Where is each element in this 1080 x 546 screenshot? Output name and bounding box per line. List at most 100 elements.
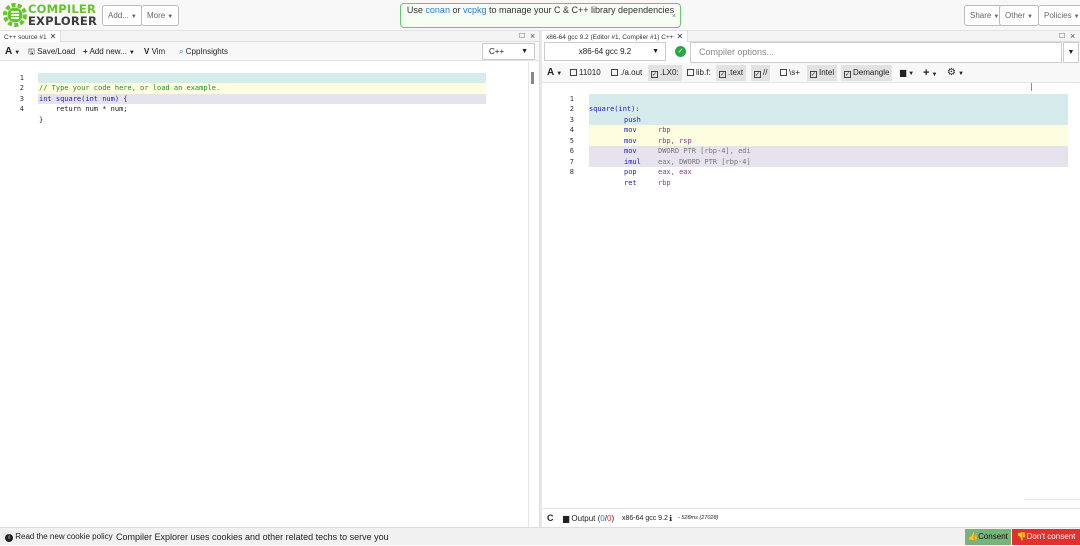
- asm-line: 4 mov DWORD PTR [rbp-4], edi: [542, 115, 1080, 155]
- compiler-explorer-logo[interactable]: COMPILER EXPLORER: [3, 2, 97, 28]
- output-label: Output (: [571, 514, 601, 523]
- close-pane-icon[interactable]: ×: [1070, 31, 1075, 42]
- conan-link[interactable]: conan: [425, 5, 450, 15]
- output-filter-bar: A ▼ 11010 ./a.out ✓ .LX0: lib.f: ✓ .text ✓ /…: [542, 63, 1080, 83]
- caret-down-icon: ▼: [652, 48, 659, 55]
- compiler-output-bar: C ▆ Output (0/0) x86-64 gcc 9.2 ℹ - 528m…: [542, 508, 1080, 527]
- output-button[interactable]: ▆ Output (0/0): [563, 509, 614, 528]
- more-menu-button[interactable]: More ▼: [141, 5, 180, 26]
- filter-libfunc[interactable]: lib.f:: [684, 65, 714, 81]
- assembly-output[interactable]: 1 square(int): 2 push rbp 3 mov rbp, rsp…: [542, 83, 1080, 508]
- filter-comments[interactable]: ✓//: [751, 65, 771, 81]
- filter-intel[interactable]: ✓ Intel: [807, 65, 838, 81]
- save-icon: 🖫: [28, 47, 35, 56]
- cppinsights-label: CppInsights: [185, 47, 228, 56]
- compiler-select[interactable]: x86-64 gcc 9.2 ▼: [544, 42, 666, 61]
- filter-label: \s+: [789, 68, 800, 77]
- libraries-button[interactable]: ▆ ▼: [897, 65, 917, 81]
- checkbox-checked-icon: ✓: [810, 71, 817, 78]
- asm-line: 5 mov eax, DWORD PTR [rbp-4]: [542, 125, 1080, 166]
- vcpkg-link[interactable]: vcpkg: [463, 5, 487, 15]
- info-icon: i: [5, 534, 13, 542]
- maximize-icon[interactable]: ☐: [1059, 31, 1065, 42]
- language-select[interactable]: C++ ▼: [482, 43, 535, 60]
- settings-button[interactable]: ⚙ ▼: [944, 65, 967, 81]
- scrollbar-track: [528, 62, 529, 527]
- horizontal-scrollbar[interactable]: [1024, 499, 1080, 500]
- close-pane-icon[interactable]: ×: [530, 31, 535, 42]
- filter-execute[interactable]: ./a.out: [608, 65, 645, 81]
- cookie-message: Compiler Explorer uses cookies and other…: [116, 532, 389, 542]
- more-menu-label: More: [147, 11, 166, 20]
- checkbox-checked-icon: ✓: [844, 71, 851, 78]
- options-dropdown-button[interactable]: ▼: [1063, 42, 1079, 63]
- add-menu-button[interactable]: Add... ▼: [102, 5, 143, 26]
- tab-editor[interactable]: C++ source #1 ✕: [0, 31, 62, 42]
- scrollbar-thumb[interactable]: [531, 72, 534, 84]
- gear-icon: ⚙: [947, 67, 956, 78]
- filter-demangle[interactable]: ✓ Demangle: [841, 65, 893, 81]
- other-menu-button[interactable]: Other ▼: [999, 5, 1039, 26]
- info-icon[interactable]: ℹ: [669, 509, 672, 528]
- filter-labels[interactable]: ✓ .LX0:: [648, 65, 682, 81]
- output-compiler-name: x86-64 gcc 9.2: [622, 515, 668, 522]
- code-line: 4 }: [0, 94, 43, 124]
- cookie-bar: i Read the new cookie policy Compiler Ex…: [0, 527, 1080, 545]
- checkbox-icon: [780, 69, 787, 76]
- banner-text: Use: [406, 5, 426, 15]
- read-cookie-policy-link[interactable]: i Read the new cookie policy: [5, 528, 113, 546]
- dont-consent-button[interactable]: 👎Don't consent: [1012, 529, 1080, 545]
- asm-operands: rbp: [658, 178, 671, 187]
- top-navbar: COMPILER EXPLORER Add... ▼ More ▼ Use cona…: [0, 0, 1080, 31]
- close-icon[interactable]: ×: [672, 11, 676, 23]
- caret-down-icon: ▼: [167, 14, 174, 20]
- filter-binary[interactable]: 11010: [567, 65, 604, 81]
- font-size-button[interactable]: A ▼: [5, 42, 20, 61]
- asm-line: 1 square(int):: [542, 83, 1080, 114]
- add-new-label: Add new...: [89, 47, 127, 56]
- plus-icon: +: [83, 47, 88, 56]
- thumbs-up-icon: 👍: [968, 532, 979, 541]
- line-highlight: [38, 72, 486, 83]
- share-label: Share: [970, 11, 992, 20]
- book-icon: ▆: [900, 68, 907, 77]
- caret-down-icon: ▼: [14, 50, 21, 56]
- plus-icon: +: [923, 67, 930, 79]
- filter-directives[interactable]: ✓ .text: [716, 65, 747, 81]
- tab-title: x86-64 gcc 9.2 (Editor #1, Compiler #1) …: [546, 34, 674, 41]
- save-load-button[interactable]: 🖫 Save/Load: [28, 42, 75, 61]
- caret-down-icon: ▼: [1067, 49, 1075, 56]
- checkbox-checked-icon: ✓: [651, 71, 658, 78]
- tab-compiler[interactable]: x86-64 gcc 9.2 (Editor #1, Compiler #1) …: [542, 31, 689, 42]
- filter-whitespace[interactable]: \s+: [777, 65, 803, 81]
- output-close-paren: ): [611, 514, 615, 523]
- code-text: }: [39, 115, 44, 124]
- editor-tabbar: C++ source #1 ✕ ☐ ×: [0, 31, 539, 42]
- compiler-options-input[interactable]: Compiler options...: [690, 42, 1062, 63]
- caret-down-icon: ▼: [1073, 14, 1080, 20]
- cookie-policy-label: Read the new cookie policy: [15, 532, 113, 541]
- font-size-button[interactable]: A ▼: [544, 65, 565, 81]
- thumbs-down-icon: 👎: [1016, 532, 1027, 541]
- checkbox-checked-icon: ✓: [754, 71, 761, 78]
- maximize-icon[interactable]: ☐: [519, 31, 525, 42]
- filter-label: //: [763, 68, 768, 77]
- cppinsights-button[interactable]: ⌕ CppInsights: [179, 42, 228, 61]
- close-tab-icon[interactable]: ✕: [50, 32, 57, 41]
- close-tab-icon[interactable]: ✕: [677, 32, 684, 41]
- vim-toggle-button[interactable]: V Vim: [144, 42, 165, 61]
- code-editor[interactable]: 1 // Type your code here, or load an exa…: [0, 62, 538, 527]
- consent-button[interactable]: 👍Consent: [965, 529, 1011, 545]
- asm-opcode: ret: [624, 178, 637, 187]
- magnifier-icon: ⌕: [179, 47, 184, 56]
- recompile-icon[interactable]: C: [547, 509, 554, 528]
- font-size-label: A: [547, 67, 555, 78]
- caret-down-icon: ▼: [1027, 14, 1033, 20]
- caret-down-icon: ▼: [957, 71, 964, 77]
- checkbox-icon: [611, 69, 618, 76]
- add-tool-button[interactable]: + ▼: [920, 65, 940, 81]
- code-line: 2 int square(int num) {: [0, 73, 128, 103]
- asm-operands: eax, eax: [658, 168, 692, 176]
- add-new-button[interactable]: + Add new... ▼: [83, 42, 135, 61]
- policies-menu-button[interactable]: Policies ▼: [1038, 5, 1080, 26]
